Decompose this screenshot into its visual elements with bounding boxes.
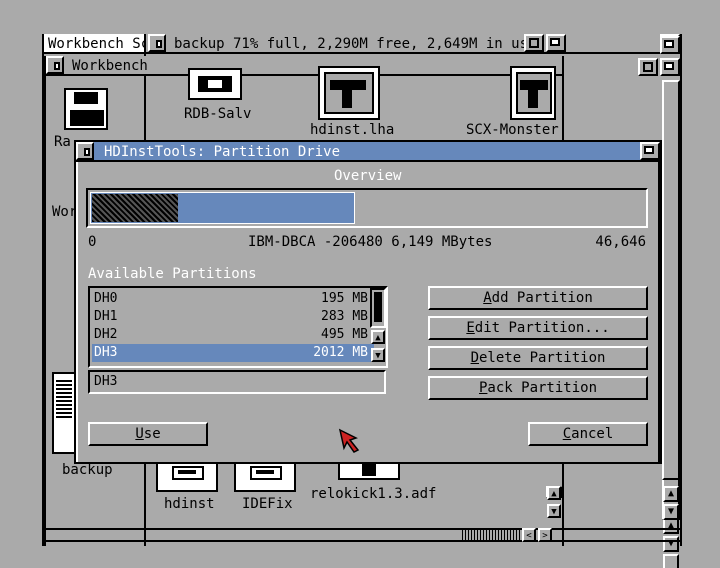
partition-row-0[interactable]: DH0 195 MB [92, 290, 374, 308]
pack-partition-button[interactable]: Pack Partition [428, 376, 648, 400]
right-scroll-up[interactable]: ▲ [663, 486, 679, 502]
workbench-subwindow-scroll-left[interactable]: < [522, 528, 536, 542]
backup-window-titlebar[interactable]: backup 71% full, 2,290M free, 2,649M in … [146, 34, 680, 54]
workbench-screen-title: Workbench Sc [48, 36, 150, 52]
idefix-icon[interactable] [234, 460, 296, 492]
backup-depth-gadget[interactable] [546, 34, 566, 52]
workbench-subwindow-bottom-bar [46, 528, 562, 542]
overview-label: Overview [334, 168, 402, 184]
backup-close-gadget[interactable] [148, 34, 166, 52]
backup-disk-icon[interactable] [52, 372, 76, 454]
available-partitions-label: Available Partitions [88, 266, 257, 282]
partition-name-field[interactable]: DH3 [88, 370, 386, 394]
scx-monster-label: SCX-Monster [466, 122, 559, 138]
backup-window-title: backup 71% full, 2,290M free, 2,649M in … [174, 36, 529, 52]
top-right-depth-gadget[interactable] [660, 36, 680, 54]
ram-disk-icon[interactable] [64, 88, 108, 130]
overview-start: 0 [88, 234, 97, 250]
workbench-subwindow-title: Workbench [72, 58, 148, 74]
partition-list-scroll-up[interactable]: ▲ [371, 330, 385, 344]
partition-row-2[interactable]: DH2 495 MB [92, 326, 374, 344]
scx-monster-icon[interactable] [510, 66, 556, 120]
backup-disk-label: backup [62, 462, 113, 478]
dialog-close-gadget[interactable] [76, 142, 94, 160]
delete-partition-button[interactable]: Delete Partition [428, 346, 648, 370]
overview-bar [86, 188, 648, 228]
hdinst-label: hdinst [164, 496, 215, 512]
hdinst-icon[interactable] [156, 460, 218, 492]
partition-row-1[interactable]: DH1 283 MB [92, 308, 374, 326]
workbench-subwindow-scroll-down[interactable]: ▼ [547, 504, 561, 518]
workbench-subwindow-scroll-up[interactable]: ▲ [547, 486, 561, 500]
ram-disk-label: Ra [54, 134, 71, 150]
partition-list-scroll-down[interactable]: ▼ [371, 348, 385, 362]
right-scroll-down[interactable]: ▼ [663, 504, 679, 520]
mouse-pointer-icon [338, 428, 360, 453]
backup-zoom-gadget[interactable] [524, 34, 544, 52]
workbench-subwindow-scroll-right[interactable]: > [538, 528, 552, 542]
idefix-label: IDEFix [242, 496, 293, 512]
workbench-screen-titlebar[interactable]: Workbench Sc [44, 34, 150, 54]
add-partition-button[interactable]: Add Partition [428, 286, 648, 310]
hdinst-lha-label: hdinst.lha [310, 122, 395, 138]
hdinst-lha-icon[interactable] [318, 66, 380, 120]
subwindow-zoom-gadget[interactable] [638, 58, 658, 76]
right-vertical-scrollbar[interactable] [662, 80, 680, 480]
relokick-label: relokick1.3.adf [310, 486, 437, 502]
workbench-subwindow-close[interactable] [46, 56, 64, 74]
dialog-titlebar[interactable]: HDInstTools: Partition Drive [76, 142, 660, 162]
overview-drive-info: IBM-DBCA -206480 6,149 MBytes [248, 234, 493, 250]
rdb-salv-icon[interactable] [188, 68, 242, 100]
partition-list[interactable]: DH0 195 MB DH1 283 MB DH2 495 MB DH3 2012 MB [88, 286, 388, 368]
use-button[interactable]: Use [88, 422, 208, 446]
overview-end: 46,646 [595, 234, 646, 250]
subwindow-depth-gadget[interactable] [660, 58, 680, 76]
edit-partition-button[interactable]: Edit Partition... [428, 316, 648, 340]
dialog-title: HDInstTools: Partition Drive [104, 144, 341, 160]
partition-drive-dialog: HDInstTools: Partition Drive Overview 0 … [74, 140, 662, 464]
partition-row-3[interactable]: DH3 2012 MB [92, 344, 374, 362]
cancel-button[interactable]: Cancel [528, 422, 648, 446]
backup-scroll-right-corner[interactable] [663, 554, 679, 568]
overview-partition-fill [92, 194, 178, 222]
partition-list-scrollbar[interactable] [370, 288, 386, 328]
dialog-depth-gadget[interactable] [640, 142, 660, 160]
rdb-salv-label: RDB-Salv [184, 106, 252, 122]
amiga-workbench-screen: Workbench Sc backup 71% full, 2,290M fre… [0, 0, 720, 568]
workbench-subwindow-titlebar[interactable]: Workbench [46, 56, 562, 76]
